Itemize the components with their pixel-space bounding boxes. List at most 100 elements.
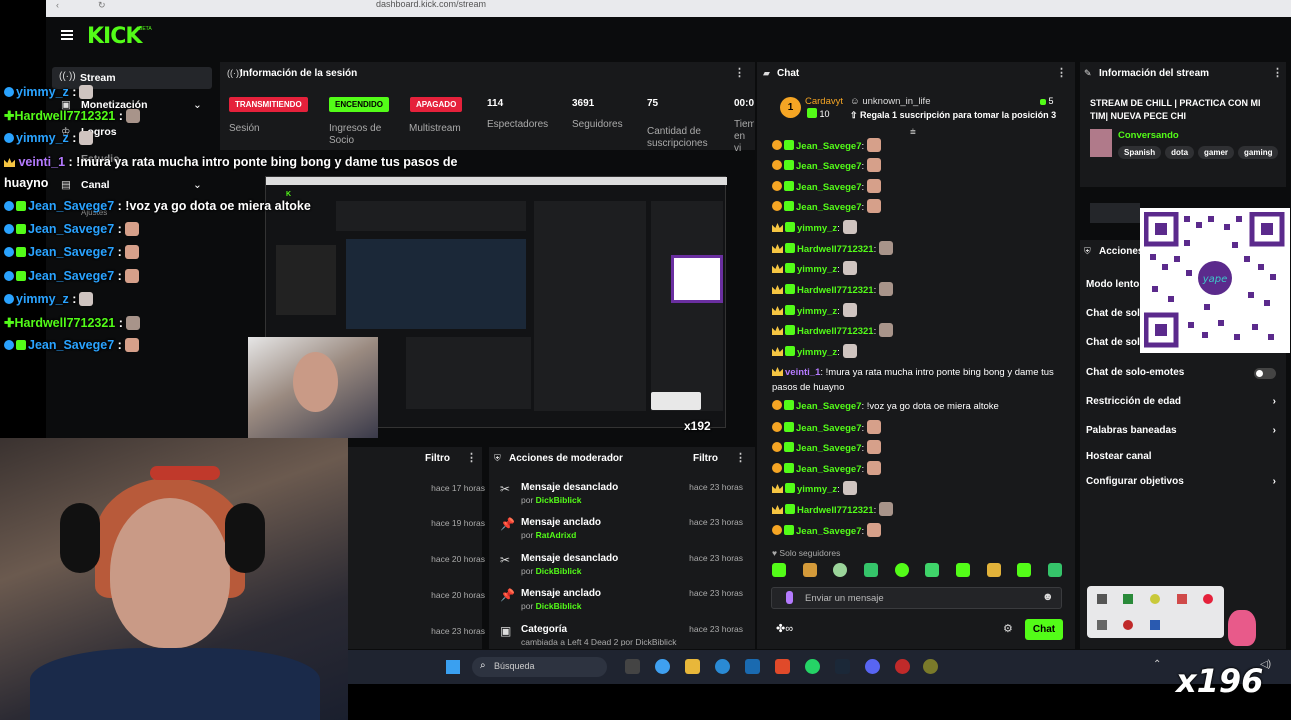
mod-user-link[interactable]: DickBiblick — [536, 495, 582, 505]
chat-username[interactable]: Jean_Savege7 — [796, 182, 862, 193]
task-view-icon[interactable] — [625, 659, 640, 674]
tray-app-icon[interactable] — [1097, 620, 1107, 630]
app-icon[interactable] — [923, 659, 938, 674]
chat-username[interactable]: yimmy_z — [797, 223, 837, 234]
emote-icon[interactable] — [986, 563, 1001, 577]
chat-message[interactable]: Jean_Savege7: — [772, 440, 882, 456]
copilot-icon[interactable] — [655, 659, 670, 674]
chat-message[interactable]: veinti_1: !mura ya rata mucha intro pont… — [772, 365, 1054, 381]
kick-logo[interactable]: KICK — [87, 24, 142, 49]
action-emotes-only[interactable]: Chat de solo-emotes — [1086, 364, 1282, 382]
chat-message[interactable]: Hardwell7712321: — [772, 241, 894, 257]
chat-username[interactable]: Jean_Savege7 — [796, 161, 862, 172]
chat-username[interactable]: Jean_Savege7 — [796, 464, 862, 475]
more-options-icon[interactable]: ⋮ — [466, 451, 477, 464]
chat-message[interactable]: Jean_Savege7: — [772, 461, 882, 477]
tag[interactable]: gamer — [1198, 146, 1235, 159]
chat-message[interactable]: yimmy_z: — [772, 344, 857, 360]
menu-icon[interactable] — [61, 30, 73, 40]
windows-start-icon[interactable] — [446, 660, 460, 674]
collapse-icon[interactable]: ⩧ — [910, 127, 916, 138]
more-options-icon[interactable]: ⋮ — [1272, 66, 1283, 79]
chat-message[interactable]: yimmy_z: — [772, 220, 857, 236]
chat-message[interactable]: Hardwell7712321: — [772, 323, 894, 339]
chat-message[interactable]: Jean_Savege7: — [772, 158, 882, 174]
emote-icon[interactable] — [802, 563, 817, 577]
chat-username[interactable]: yimmy_z — [797, 264, 837, 275]
stream-title-text[interactable]: STREAM DE CHILL | PRACTICA CON MI TIM| N… — [1090, 97, 1270, 123]
mod-user-link[interactable]: DickBiblick — [536, 601, 582, 611]
action-configure-goals[interactable]: Configurar objetivos › — [1086, 473, 1282, 491]
chat-username[interactable]: Jean_Savege7 — [796, 401, 862, 412]
microphone-icon[interactable] — [786, 591, 793, 604]
tray-app-icon[interactable] — [1150, 594, 1160, 604]
store-icon[interactable] — [745, 659, 760, 674]
chat-username[interactable]: yimmy_z — [797, 306, 837, 317]
emote-icon[interactable] — [894, 563, 909, 577]
action-host-channel[interactable]: Hostear canal — [1086, 448, 1282, 466]
tray-app-icon[interactable] — [1123, 594, 1133, 604]
category-name[interactable]: Conversando — [1118, 130, 1179, 141]
tag[interactable]: dota — [1165, 146, 1195, 159]
tray-app-icon[interactable] — [1097, 594, 1107, 604]
chat-username[interactable]: Hardwell7712321 — [797, 505, 874, 516]
more-options-icon[interactable]: ⋮ — [735, 451, 746, 464]
mod-action-row[interactable]: ✂ Mensaje desanclado por DickBiblick hac… — [496, 553, 751, 587]
gifter-name[interactable]: Cardavyt — [805, 96, 843, 107]
url-text[interactable]: dashboard.kick.com/stream — [376, 0, 486, 9]
mod-action-row[interactable]: 📌 Mensaje anclado por RatAdrixd hace 23 … — [496, 517, 751, 551]
chat-username[interactable]: Jean_Savege7 — [796, 141, 862, 152]
chat-username[interactable]: yimmy_z — [797, 347, 837, 358]
chat-username[interactable]: veinti_1 — [785, 367, 820, 378]
chat-message[interactable]: yimmy_z: — [772, 481, 857, 497]
chat-username[interactable]: Hardwell7712321 — [797, 285, 874, 296]
file-explorer-icon[interactable] — [685, 659, 700, 674]
chat-input[interactable]: Enviar un mensaje ☻ — [771, 587, 1062, 609]
chat-message[interactable]: Jean_Savege7: — [772, 199, 882, 215]
chat-username[interactable]: Hardwell7712321 — [797, 326, 874, 337]
mod-user-link[interactable]: DickBiblick — [536, 566, 582, 576]
mod-action-row[interactable]: 📌 Mensaje anclado por DickBiblick hace 2… — [496, 588, 751, 622]
tray-app-icon[interactable] — [1177, 594, 1187, 604]
chat-message[interactable]: Jean_Savege7: — [772, 420, 882, 436]
whatsapp-icon[interactable] — [805, 659, 820, 674]
mod-user-link[interactable]: RatAdrixd — [536, 530, 577, 540]
emote-icon[interactable] — [925, 563, 940, 577]
tray-app-icon[interactable] — [1123, 620, 1133, 630]
sidebar-item-canal[interactable]: ▤ Canal ⌄ — [55, 174, 210, 196]
emote-icon[interactable] — [1047, 563, 1062, 577]
tag[interactable]: gaming — [1238, 146, 1279, 159]
emoji-icon[interactable]: ☻ — [1042, 591, 1054, 603]
gear-icon[interactable]: ⚙ — [1003, 622, 1013, 635]
chat-message[interactable]: Jean_Savege7: !voz ya go dota oe miera a… — [772, 399, 999, 415]
emote-icon[interactable] — [772, 563, 786, 577]
taskbar-search[interactable]: ⌕ Búsqueda — [472, 657, 607, 677]
more-options-icon[interactable]: ⋮ — [1056, 66, 1067, 79]
back-icon[interactable]: ‹ — [56, 0, 59, 10]
tray-app-icon[interactable] — [1203, 594, 1213, 604]
chat-username[interactable]: Jean_Savege7 — [796, 202, 862, 213]
filter-label[interactable]: Filtro — [425, 453, 450, 464]
mod-action-row[interactable]: ✂ Mensaje desanclado por DickBiblick hac… — [496, 482, 751, 516]
send-chat-button[interactable]: Chat — [1025, 619, 1063, 640]
chat-message[interactable]: Hardwell7712321: — [772, 502, 894, 518]
emotes-only-toggle[interactable] — [1254, 368, 1276, 379]
discord-icon[interactable] — [865, 659, 880, 674]
chat-message[interactable]: Hardwell7712321: — [772, 282, 894, 298]
chat-message[interactable]: Jean_Savege7: — [772, 179, 882, 195]
edge-browser-icon[interactable] — [715, 659, 730, 674]
brave-browser-icon[interactable] — [775, 659, 790, 674]
chat-message[interactable]: yimmy_z: — [772, 261, 857, 277]
chat-username[interactable]: yimmy_z — [797, 484, 837, 495]
more-options-icon[interactable]: ⋮ — [734, 66, 745, 79]
edit-button[interactable] — [1090, 203, 1140, 223]
emote-icon[interactable] — [863, 563, 878, 577]
filter-button[interactable]: Filtro — [693, 453, 718, 464]
chat-username[interactable]: Jean_Savege7 — [796, 423, 862, 434]
chat-username[interactable]: Hardwell7712321 — [797, 244, 874, 255]
reload-icon[interactable]: ↻ — [98, 0, 106, 11]
action-age-restriction[interactable]: Restricción de edad › — [1086, 393, 1282, 411]
tray-chevron-icon[interactable]: ⌃ — [1153, 659, 1161, 670]
tray-app-icon[interactable] — [1150, 620, 1160, 630]
steam-icon[interactable] — [835, 659, 850, 674]
